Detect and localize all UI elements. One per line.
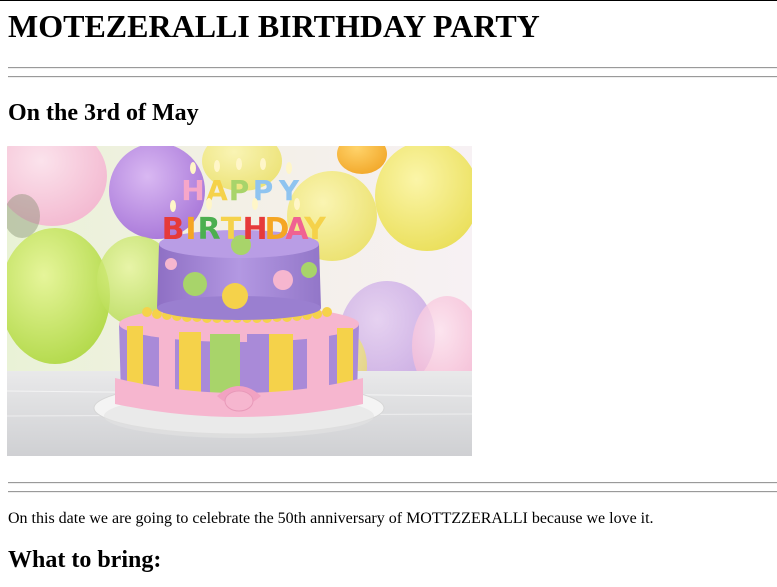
svg-text:I: I	[185, 212, 196, 247]
divider-2	[8, 76, 777, 78]
what-to-bring-heading: What to bring:	[8, 547, 162, 573]
divider-3	[8, 482, 777, 484]
page-title: MOTEZERALLI BIRTHDAY PARTY	[8, 8, 540, 44]
svg-text:R: R	[197, 212, 220, 247]
intro-text: On this date we are going to celebrate t…	[8, 510, 654, 527]
divider-4	[8, 491, 777, 493]
svg-text:B: B	[162, 212, 185, 247]
birthday-cake-image: H A P P Y B I R T H D A Y	[7, 146, 472, 456]
divider-1	[8, 67, 777, 69]
top-border	[0, 0, 777, 1]
svg-text:H: H	[181, 174, 204, 207]
svg-text:P: P	[229, 174, 250, 207]
svg-text:Y: Y	[303, 212, 327, 247]
svg-text:T: T	[221, 212, 242, 247]
date-heading: On the 3rd of May	[8, 100, 199, 126]
